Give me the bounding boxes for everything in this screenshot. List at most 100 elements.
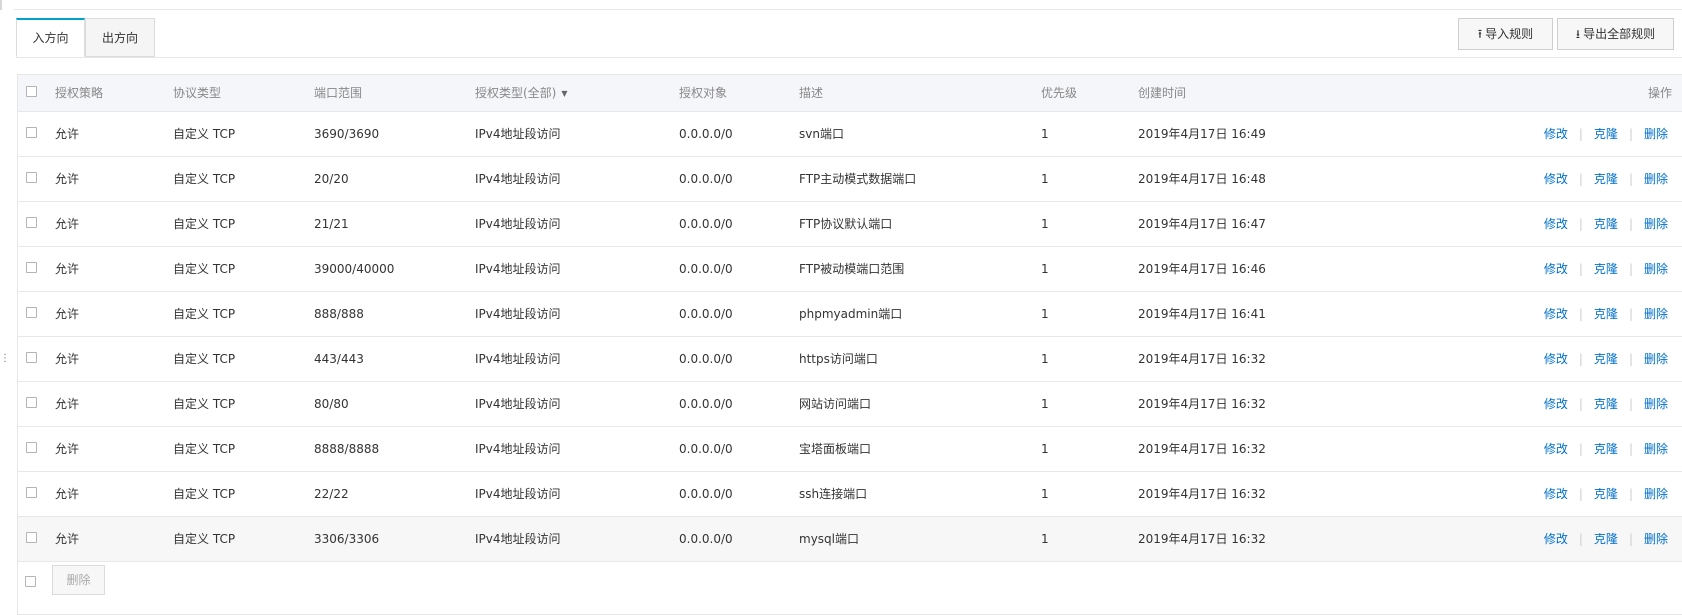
delete-link[interactable]: 删除 <box>1644 127 1668 141</box>
cell-priority: 1 <box>1041 426 1138 472</box>
action-separator: | <box>1578 397 1583 411</box>
clone-link[interactable]: 克隆 <box>1594 532 1618 546</box>
cell-priority: 1 <box>1041 516 1138 562</box>
row-select-cell <box>18 516 55 562</box>
delete-link[interactable]: 删除 <box>1644 172 1668 186</box>
cell-protocol: 自定义 TCP <box>173 291 314 337</box>
clone-link[interactable]: 克隆 <box>1594 217 1618 231</box>
cell-auth-object: 0.0.0.0/0 <box>679 381 799 427</box>
edit-link[interactable]: 修改 <box>1544 307 1568 321</box>
cell-actions: 修改 | 克隆 | 删除 <box>1458 516 1682 562</box>
cell-created: 2019年4月17日 16:32 <box>1138 336 1458 382</box>
row-checkbox[interactable] <box>26 351 37 363</box>
tab-inbound[interactable]: 入方向 <box>16 18 85 57</box>
action-separator: | <box>1578 487 1583 501</box>
cell-auth-type: IPv4地址段访问 <box>475 516 679 562</box>
table-row: 允许 自定义 TCP 443/443 IPv4地址段访问 0.0.0.0/0 https访… <box>18 336 1682 382</box>
cell-port: 3690/3690 <box>314 111 475 157</box>
edit-link[interactable]: 修改 <box>1544 172 1568 186</box>
cell-auth-type: IPv4地址段访问 <box>475 201 679 247</box>
select-all-checkbox[interactable] <box>26 85 37 97</box>
clone-link[interactable]: 克隆 <box>1594 307 1618 321</box>
export-all-rules-label: 导出全部规则 <box>1583 27 1656 41</box>
row-checkbox[interactable] <box>26 126 37 138</box>
tab-outbound[interactable]: 出方向 <box>85 18 155 57</box>
row-checkbox[interactable] <box>26 441 37 453</box>
clone-link[interactable]: 克隆 <box>1594 397 1618 411</box>
row-checkbox[interactable] <box>26 216 37 228</box>
delete-link[interactable]: 删除 <box>1644 352 1668 366</box>
edit-link[interactable]: 修改 <box>1544 217 1568 231</box>
row-select-cell <box>18 291 55 337</box>
action-separator: | <box>1578 307 1583 321</box>
header-auth-type[interactable]: 授权类型(全部) ▼ <box>475 75 679 112</box>
cell-actions: 修改 | 克隆 | 删除 <box>1458 426 1682 472</box>
row-checkbox[interactable] <box>26 261 37 273</box>
action-separator: | <box>1578 217 1583 231</box>
clone-link[interactable]: 克隆 <box>1594 172 1618 186</box>
cell-priority: 1 <box>1041 381 1138 427</box>
cell-protocol: 自定义 TCP <box>173 381 314 427</box>
cell-created: 2019年4月17日 16:48 <box>1138 156 1458 202</box>
row-checkbox[interactable] <box>26 531 37 543</box>
security-group-rules-page: ⋮ 入方向 出方向 ⭱ 导入规则 ⭳ 导出全部规则 授权策略 协议类型 端口范围 授… <box>0 0 1682 615</box>
cell-description: 宝塔面板端口 <box>799 426 1041 472</box>
cell-auth-object: 0.0.0.0/0 <box>679 291 799 337</box>
sidebar-grip-icon[interactable]: ⋮ <box>0 354 10 364</box>
cell-description: FTP被动模端口范围 <box>799 246 1041 292</box>
clone-link[interactable]: 克隆 <box>1594 442 1618 456</box>
edit-link[interactable]: 修改 <box>1544 262 1568 276</box>
cell-policy: 允许 <box>55 516 173 562</box>
header-description: 描述 <box>799 75 1041 112</box>
cell-policy: 允许 <box>55 291 173 337</box>
row-checkbox[interactable] <box>26 306 37 318</box>
cell-auth-object: 0.0.0.0/0 <box>679 471 799 517</box>
action-separator: | <box>1578 532 1583 546</box>
cell-created: 2019年4月17日 16:47 <box>1138 201 1458 247</box>
clone-link[interactable]: 克隆 <box>1594 487 1618 501</box>
footer-select-all-checkbox[interactable] <box>25 576 36 587</box>
cell-actions: 修改 | 克隆 | 删除 <box>1458 111 1682 157</box>
cell-priority: 1 <box>1041 201 1138 247</box>
row-checkbox[interactable] <box>26 486 37 498</box>
delete-link[interactable]: 删除 <box>1644 532 1668 546</box>
edit-link[interactable]: 修改 <box>1544 442 1568 456</box>
row-checkbox[interactable] <box>26 171 37 183</box>
clone-link[interactable]: 克隆 <box>1594 262 1618 276</box>
cell-protocol: 自定义 TCP <box>173 426 314 472</box>
cell-policy: 允许 <box>55 246 173 292</box>
delete-link[interactable]: 删除 <box>1644 442 1668 456</box>
tab-baseline <box>16 57 1682 58</box>
cell-description: mysql端口 <box>799 516 1041 562</box>
import-rules-button[interactable]: ⭱ 导入规则 <box>1458 18 1553 50</box>
edit-link[interactable]: 修改 <box>1544 352 1568 366</box>
cell-auth-object: 0.0.0.0/0 <box>679 426 799 472</box>
edit-link[interactable]: 修改 <box>1544 397 1568 411</box>
row-checkbox[interactable] <box>26 396 37 408</box>
clone-link[interactable]: 克隆 <box>1594 352 1618 366</box>
cell-protocol: 自定义 TCP <box>173 516 314 562</box>
cell-created: 2019年4月17日 16:32 <box>1138 516 1458 562</box>
cell-port: 888/888 <box>314 291 475 337</box>
delete-link[interactable]: 删除 <box>1644 307 1668 321</box>
cell-port: 22/22 <box>314 471 475 517</box>
cell-actions: 修改 | 克隆 | 删除 <box>1458 156 1682 202</box>
delete-link[interactable]: 删除 <box>1644 487 1668 501</box>
edit-link[interactable]: 修改 <box>1544 532 1568 546</box>
header-auth-type-label: 授权类型(全部) <box>475 86 557 101</box>
delete-link[interactable]: 删除 <box>1644 397 1668 411</box>
edit-link[interactable]: 修改 <box>1544 127 1568 141</box>
edit-link[interactable]: 修改 <box>1544 487 1568 501</box>
download-icon: ⭳ <box>1575 27 1581 41</box>
cell-priority: 1 <box>1041 156 1138 202</box>
batch-delete-button[interactable]: 删除 <box>52 565 105 595</box>
export-all-rules-button[interactable]: ⭳ 导出全部规则 <box>1557 18 1674 50</box>
cell-protocol: 自定义 TCP <box>173 336 314 382</box>
action-separator: | <box>1578 127 1583 141</box>
cell-description: ssh连接端口 <box>799 471 1041 517</box>
row-select-cell <box>18 381 55 427</box>
clone-link[interactable]: 克隆 <box>1594 127 1618 141</box>
delete-link[interactable]: 删除 <box>1644 262 1668 276</box>
cell-description: 网站访问端口 <box>799 381 1041 427</box>
delete-link[interactable]: 删除 <box>1644 217 1668 231</box>
